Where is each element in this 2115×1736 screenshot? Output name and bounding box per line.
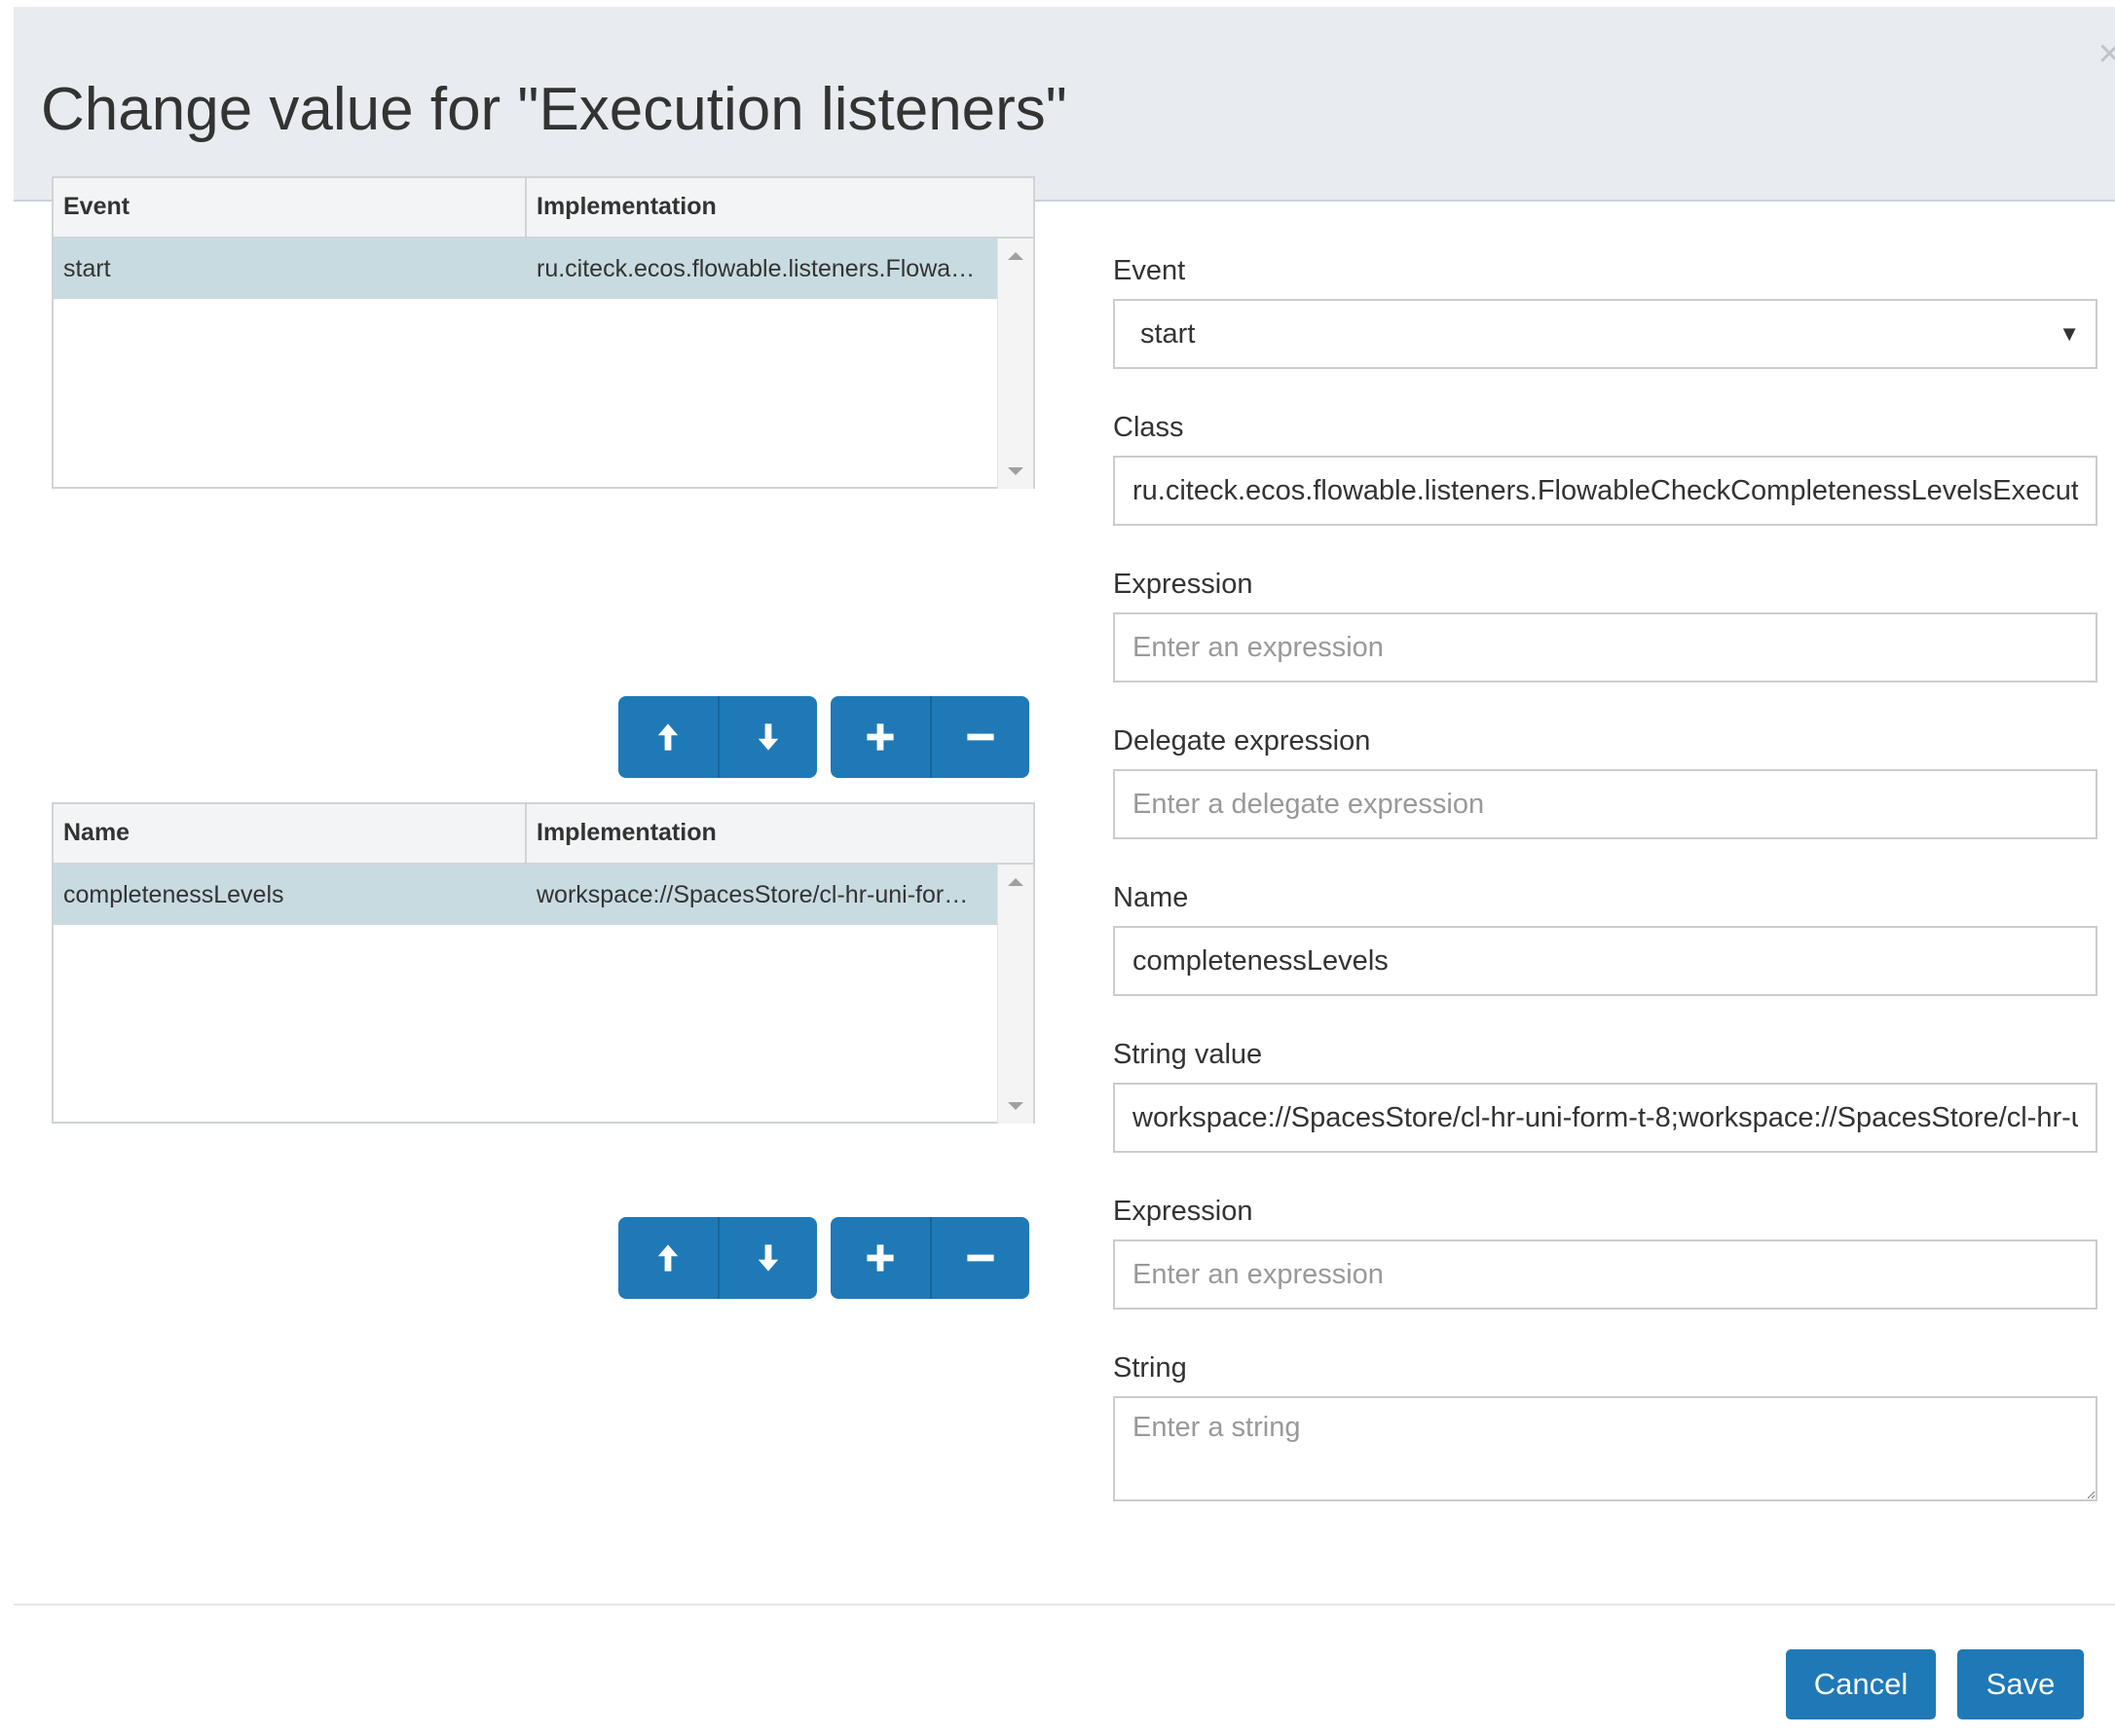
move-down-button[interactable] bbox=[718, 696, 817, 778]
save-button[interactable]: Save bbox=[1957, 1649, 2084, 1719]
change-value-dialog: Change value for "Execution listeners" ×… bbox=[14, 7, 2115, 1736]
listeners-grid-header: Event Implementation bbox=[54, 178, 1033, 239]
fields-grid-header: Name Implementation bbox=[54, 804, 1033, 865]
expression-input[interactable] bbox=[1113, 612, 2097, 683]
delegate-expression-label: Delegate expression bbox=[1113, 725, 1371, 757]
string-value-input[interactable] bbox=[1113, 1083, 2097, 1153]
cell-name: completenessLevels bbox=[63, 881, 284, 908]
plus-icon bbox=[867, 723, 894, 751]
field-name-input[interactable] bbox=[1113, 926, 2097, 996]
string-label: String bbox=[1113, 1352, 1187, 1384]
plus-icon bbox=[867, 1244, 894, 1272]
event-select[interactable]: start ▼ bbox=[1113, 299, 2097, 369]
field-expression-input[interactable] bbox=[1113, 1239, 2097, 1310]
dialog-header: Change value for "Execution listeners" × bbox=[14, 7, 2115, 202]
arrow-down-icon bbox=[758, 1244, 779, 1272]
class-label: Class bbox=[1113, 412, 1184, 443]
arrow-up-icon bbox=[657, 723, 679, 751]
class-input[interactable] bbox=[1113, 456, 2097, 526]
move-up-button[interactable] bbox=[618, 696, 718, 778]
column-header-event[interactable]: Event bbox=[54, 178, 527, 237]
move-field-up-button[interactable] bbox=[618, 1217, 718, 1299]
column-header-implementation[interactable]: Implementation bbox=[527, 178, 1033, 237]
column-header-name[interactable]: Name bbox=[54, 804, 527, 863]
string-value-label: String value bbox=[1113, 1039, 1263, 1070]
listeners-grid: Event Implementation start ru.citeck.eco… bbox=[52, 176, 1035, 489]
minus-icon bbox=[967, 733, 994, 741]
event-select-value: start bbox=[1140, 318, 1196, 350]
move-field-down-button[interactable] bbox=[718, 1217, 817, 1299]
cancel-button[interactable]: Cancel bbox=[1786, 1649, 1936, 1719]
arrow-down-icon bbox=[758, 723, 779, 751]
remove-listener-button[interactable] bbox=[930, 696, 1029, 778]
remove-field-button[interactable] bbox=[930, 1217, 1029, 1299]
field-expression-label: Expression bbox=[1113, 1196, 1253, 1227]
column-header-implementation[interactable]: Implementation bbox=[527, 804, 1033, 863]
fields-grid-body: completenessLevels workspace://SpacesSto… bbox=[54, 865, 1033, 1124]
table-row[interactable]: start ru.citeck.ecos.flowable.listeners.… bbox=[54, 239, 999, 299]
scroll-up-arrow-icon[interactable] bbox=[1008, 878, 1023, 886]
scroll-up-arrow-icon[interactable] bbox=[1008, 252, 1023, 260]
table-row[interactable]: completenessLevels workspace://SpacesSto… bbox=[54, 865, 999, 925]
add-listener-button[interactable] bbox=[831, 696, 930, 778]
dialog-title: Change value for "Execution listeners" bbox=[41, 76, 1067, 143]
add-field-button[interactable] bbox=[831, 1217, 930, 1299]
cell-event: start bbox=[63, 255, 111, 282]
expression-label: Expression bbox=[1113, 569, 1253, 600]
fields-grid-scrollbar[interactable] bbox=[997, 865, 1033, 1124]
footer-divider bbox=[14, 1604, 2115, 1606]
field-name-label: Name bbox=[1113, 882, 1189, 913]
fields-add-remove-buttons bbox=[831, 1217, 1029, 1299]
delegate-expression-input[interactable] bbox=[1113, 769, 2097, 839]
listeners-grid-body: start ru.citeck.ecos.flowable.listeners.… bbox=[54, 239, 1033, 489]
listeners-grid-scrollbar[interactable] bbox=[997, 239, 1033, 489]
fields-move-buttons bbox=[618, 1217, 817, 1299]
listeners-add-remove-buttons bbox=[831, 696, 1029, 778]
chevron-down-icon: ▼ bbox=[2059, 321, 2080, 346]
close-icon[interactable]: × bbox=[2098, 34, 2115, 73]
cell-implementation: ru.citeck.ecos.flowable.listeners.Flowab… bbox=[537, 255, 999, 282]
scroll-down-arrow-icon[interactable] bbox=[1008, 1102, 1023, 1110]
minus-icon bbox=[967, 1254, 994, 1262]
listeners-move-buttons bbox=[618, 696, 817, 778]
cell-implementation: workspace://SpacesStore/cl-hr-uni-form-t… bbox=[537, 881, 999, 908]
event-label: Event bbox=[1113, 255, 1186, 286]
scroll-down-arrow-icon[interactable] bbox=[1008, 467, 1023, 475]
arrow-up-icon bbox=[657, 1244, 679, 1272]
fields-grid: Name Implementation completenessLevels w… bbox=[52, 802, 1035, 1124]
string-textarea[interactable] bbox=[1113, 1396, 2097, 1501]
